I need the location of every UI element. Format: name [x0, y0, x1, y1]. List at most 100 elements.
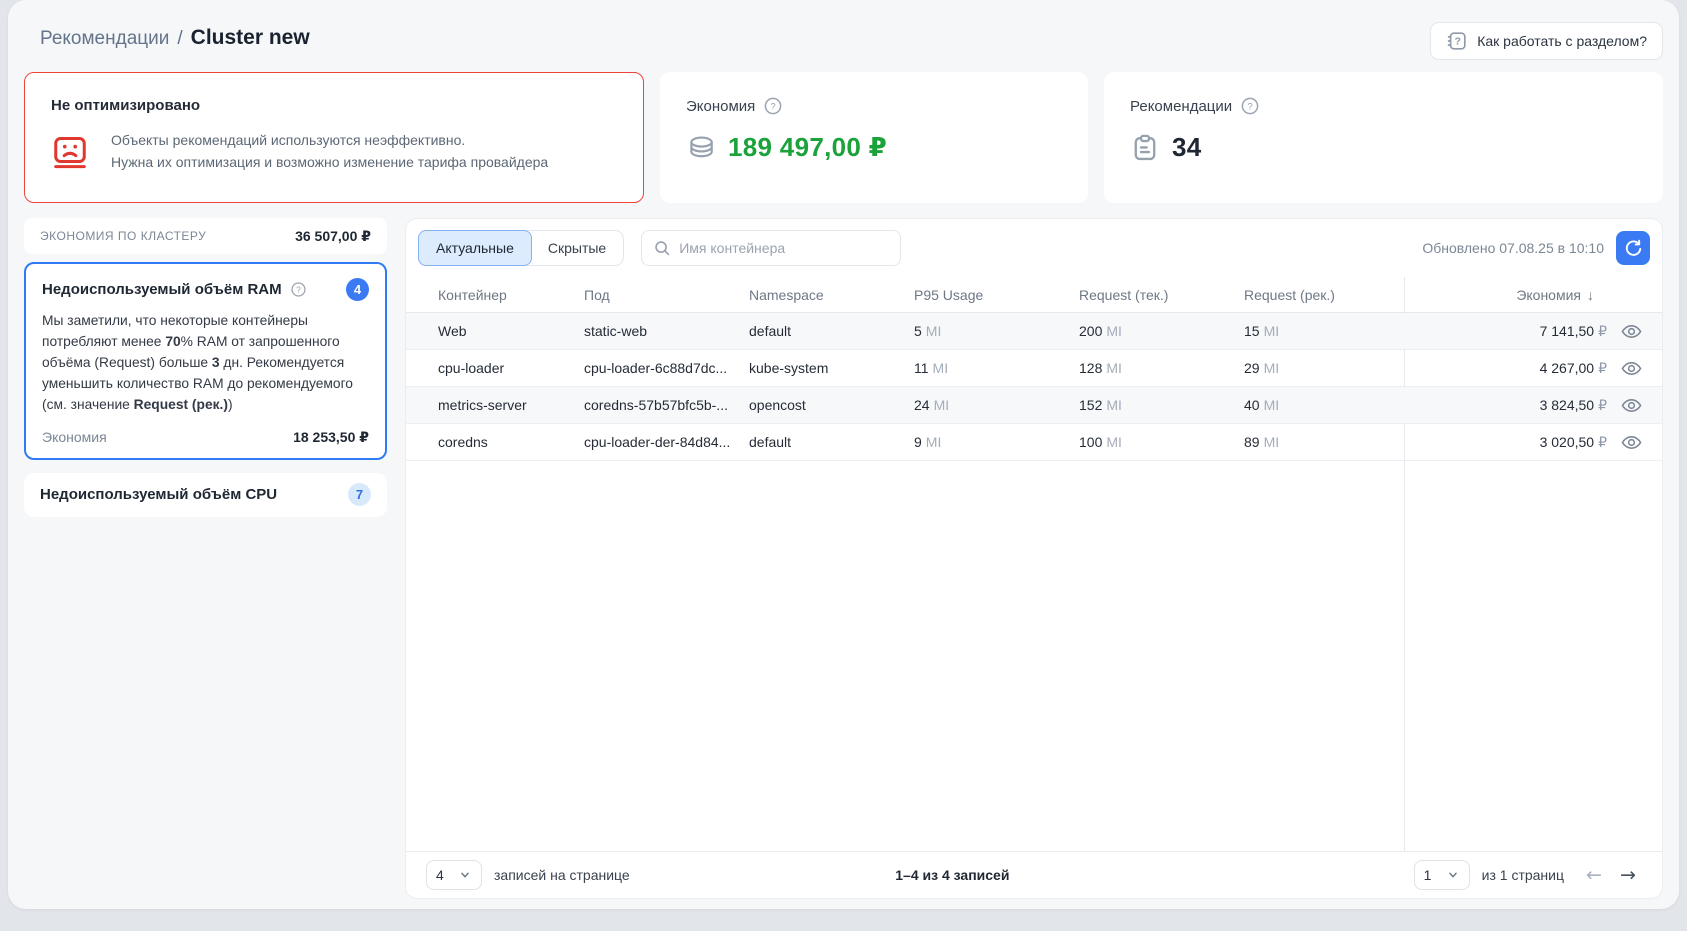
cpu-card-title: Недоиспользуемый объём CPU	[40, 486, 277, 503]
col-header-request-recommended: Request (рек.)	[1244, 287, 1404, 303]
breadcrumb-separator: /	[177, 28, 182, 50]
help-button-label: Как работать с разделом?	[1477, 33, 1647, 49]
cell-saving: 3 020,50₽	[1404, 432, 1662, 453]
cluster-savings-label: ЭКОНОМИЯ ПО КЛАСТЕРУ	[40, 229, 206, 243]
cell-request-current: 128MI	[1079, 360, 1244, 376]
next-page-arrow-icon[interactable]: →	[1614, 861, 1642, 889]
search-icon	[653, 239, 671, 257]
table-footer: 4 записей на странице 1–4 из 4 записей 1…	[406, 851, 1662, 898]
recommendation-card-ram[interactable]: Недоиспользуемый объём RAM ? 4 Мы замети…	[24, 262, 387, 460]
tab-actual[interactable]: Актуальные	[418, 230, 532, 266]
col-header-namespace: Namespace	[749, 287, 914, 303]
tab-hidden[interactable]: Скрытые	[531, 231, 623, 265]
chevron-down-icon	[1446, 868, 1460, 882]
ram-savings-label: Экономия	[42, 429, 107, 445]
table-row[interactable]: Web static-web default 5MI 200MI 15MI 7 …	[406, 313, 1662, 350]
table-header-row: Контейнер Под Namespace P95 Usage Reques…	[406, 277, 1662, 313]
table-row[interactable]: cpu-loader cpu-loader-6c88d7dc... kube-s…	[406, 350, 1662, 387]
recommendations-summary-card: Рекомендации ? 34	[1104, 72, 1663, 203]
help-book-icon: ?	[1446, 30, 1468, 52]
cell-pod: cpu-loader-6c88d7dc...	[584, 360, 749, 376]
cell-pod: static-web	[584, 323, 749, 339]
cell-request-recommended: 40MI	[1244, 397, 1404, 413]
cell-pod: cpu-loader-der-84d84...	[584, 434, 749, 450]
hide-row-eye-icon[interactable]	[1621, 358, 1642, 379]
cluster-savings-bar: ЭКОНОМИЯ ПО КЛАСТЕРУ 36 507,00 ₽	[24, 218, 387, 254]
cell-saving: 7 141,50₽	[1404, 321, 1662, 342]
pager: 1 из 1 страниц ← →	[1414, 860, 1642, 890]
summary-cards: Не оптимизировано Объекты рекомендаций и…	[24, 72, 1663, 203]
cell-container: Web	[438, 323, 584, 339]
col-header-container: Контейнер	[438, 287, 584, 303]
cell-request-current: 200MI	[1079, 323, 1244, 339]
hide-row-eye-icon[interactable]	[1621, 395, 1642, 416]
savings-total-value: 189 497,00 ₽	[728, 132, 887, 163]
savings-card-label: Экономия	[686, 98, 755, 115]
table-body: Web static-web default 5MI 200MI 15MI 7 …	[406, 313, 1662, 461]
svg-text:?: ?	[1455, 36, 1461, 48]
table-toolbar: Актуальные Скрытые Обновлено 07.08.25 в …	[418, 230, 1650, 266]
sad-face-card-icon	[51, 133, 89, 171]
ram-count-badge: 4	[346, 278, 369, 301]
recommendation-card-cpu[interactable]: Недоиспользуемый объём CPU 7	[24, 473, 387, 517]
col-header-request-current: Request (тек.)	[1079, 287, 1244, 303]
recommendations-card-label: Рекомендации	[1130, 98, 1232, 115]
cell-p95: 24MI	[914, 397, 1079, 413]
cluster-savings-value: 36 507,00 ₽	[295, 228, 371, 245]
updated-timestamp: Обновлено 07.08.25 в 10:10	[1422, 240, 1604, 256]
status-card: Не оптимизировано Объекты рекомендаций и…	[24, 72, 644, 203]
question-circle-icon[interactable]: ?	[1240, 96, 1260, 116]
table-row[interactable]: coredns cpu-loader-der-84d84... default …	[406, 424, 1662, 461]
page-title: Cluster new	[191, 26, 310, 50]
page-size-value: 4	[436, 867, 444, 883]
cell-request-recommended: 89MI	[1244, 434, 1404, 450]
col-header-pod: Под	[584, 287, 749, 303]
page-select[interactable]: 1	[1414, 860, 1470, 890]
containers-table-panel: Актуальные Скрытые Обновлено 07.08.25 в …	[405, 218, 1663, 899]
cell-saving: 4 267,00₽	[1404, 358, 1662, 379]
cell-container: metrics-server	[438, 397, 584, 413]
status-line-1: Объекты рекомендаций используются неэффе…	[111, 130, 548, 152]
prev-page-arrow-icon[interactable]: ←	[1580, 861, 1608, 889]
refresh-button[interactable]	[1616, 231, 1650, 265]
recommendations-page: Рекомендации / Cluster new ? Как работат…	[8, 0, 1679, 909]
hide-row-eye-icon[interactable]	[1621, 321, 1642, 342]
search-input[interactable]	[679, 240, 889, 256]
breadcrumb: Рекомендации / Cluster new	[40, 26, 310, 50]
pages-total-label: из 1 страниц	[1482, 867, 1564, 883]
page-size-label: записей на странице	[494, 867, 630, 883]
status-card-title: Не оптимизировано	[51, 97, 617, 114]
status-line-2: Нужна их оптимизация и возможно изменени…	[111, 152, 548, 174]
col-header-saving-sort[interactable]: Экономия ↓	[1404, 287, 1662, 303]
question-circle-icon[interactable]: ?	[290, 281, 307, 298]
recommendations-count: 34	[1172, 132, 1202, 163]
table-row[interactable]: metrics-server coredns-57b57bfc5b-... op…	[406, 387, 1662, 424]
records-range: 1–4 из 4 записей	[895, 867, 1009, 883]
svg-text:?: ?	[1248, 101, 1253, 112]
cell-request-current: 100MI	[1079, 434, 1244, 450]
cell-namespace: default	[749, 434, 914, 450]
breadcrumb-section[interactable]: Рекомендации	[40, 28, 169, 50]
savings-summary-card: Экономия ? 189 497,00 ₽	[660, 72, 1088, 203]
cell-namespace: opencost	[749, 397, 914, 413]
clipboard-icon	[1130, 133, 1160, 163]
visibility-tabs: Актуальные Скрытые	[418, 230, 624, 266]
cell-container: coredns	[438, 434, 584, 450]
cell-namespace: kube-system	[749, 360, 914, 376]
ram-card-description: Мы заметили, что некоторые контейнеры по…	[42, 311, 369, 416]
cell-request-current: 152MI	[1079, 397, 1244, 413]
page-number-value: 1	[1424, 867, 1432, 883]
hide-row-eye-icon[interactable]	[1621, 432, 1642, 453]
cell-p95: 11MI	[914, 360, 1079, 376]
help-button[interactable]: ? Как работать с разделом?	[1430, 22, 1663, 60]
cell-pod: coredns-57b57bfc5b-...	[584, 397, 749, 413]
container-search[interactable]	[641, 230, 901, 266]
cell-p95: 9MI	[914, 434, 1079, 450]
cell-namespace: default	[749, 323, 914, 339]
coins-icon	[686, 133, 716, 163]
status-card-text: Объекты рекомендаций используются неэффе…	[111, 130, 548, 173]
recommendations-sidebar: ЭКОНОМИЯ ПО КЛАСТЕРУ 36 507,00 ₽ Недоисп…	[24, 218, 387, 517]
page-size-select[interactable]: 4	[426, 860, 482, 890]
cell-container: cpu-loader	[438, 360, 584, 376]
question-circle-icon[interactable]: ?	[763, 96, 783, 116]
